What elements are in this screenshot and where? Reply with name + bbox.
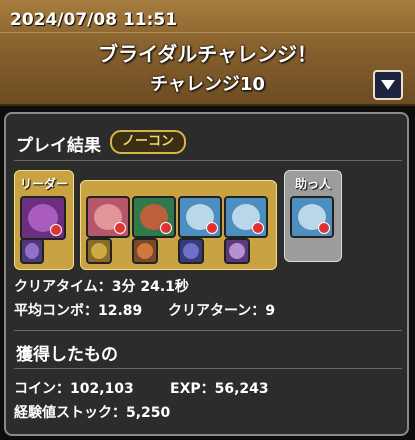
coin-label: コイン： (14, 381, 70, 397)
exp-label: EXP： (170, 381, 215, 397)
assist-portrait (229, 243, 245, 259)
avg-combo-value: 12.89 (98, 303, 143, 319)
no-continue-badge: ノーコン (110, 130, 187, 154)
exp-value: 56,243 (214, 381, 269, 397)
assist-portrait (137, 243, 153, 259)
leader-assist-icon[interactable] (20, 238, 44, 264)
fire-attribute-icon (50, 224, 62, 236)
helper-label: 助っ人 (294, 177, 331, 191)
helper-monster-icon[interactable] (290, 196, 334, 238)
fire-attribute-icon (160, 222, 172, 234)
floor-dropdown-button[interactable] (373, 70, 403, 100)
sub-2-assist-icon[interactable] (132, 238, 158, 264)
chevron-down-icon (381, 80, 395, 90)
avg-combo-label: 平均コンボ： (14, 303, 98, 319)
avg-combo-stat: 平均コンボ：12.89 (14, 300, 142, 320)
sub-monster-4-icon[interactable] (224, 196, 268, 238)
exp-stock-label: 経験値ストック： (14, 405, 126, 421)
sub-monster-3-icon[interactable] (178, 196, 222, 238)
sub-monster-1-icon[interactable] (86, 196, 130, 238)
sub-3-assist-icon[interactable] (178, 238, 204, 264)
section-divider (14, 368, 402, 369)
play-result-title: プレイ結果 (16, 136, 101, 156)
clear-turn-value: 9 (265, 303, 276, 319)
fire-attribute-icon (318, 222, 330, 234)
sub-4-assist-icon[interactable] (224, 238, 250, 264)
assist-portrait (91, 243, 107, 259)
section-divider (14, 160, 402, 161)
clear-time-value: 3分 24.1秒 (111, 279, 189, 295)
clear-time-stat: クリアタイム：3分 24.1秒 (14, 276, 189, 296)
fire-attribute-icon (206, 222, 218, 234)
floor-name: チャレンジ10 (150, 74, 265, 95)
header-divider (0, 32, 415, 33)
dungeon-name: ブライダルチャレンジ！ (98, 42, 317, 66)
exp-stat: EXP：56,243 (170, 378, 269, 398)
dungeon-header: 2024/07/08 11:51 ブライダルチャレンジ！ チャレンジ10 (0, 0, 415, 106)
exp-stock-stat: 経験値ストック：5,250 (14, 402, 170, 422)
clear-turn-stat: クリアターン：9 (168, 300, 275, 320)
coin-value: 102,103 (70, 381, 134, 397)
leader-label: リーダー (19, 177, 68, 191)
clear-turn-label: クリアターン： (168, 303, 266, 319)
leader-monster-icon[interactable] (20, 196, 66, 240)
assist-portrait (25, 243, 39, 259)
fire-attribute-icon (252, 222, 264, 234)
coin-stat: コイン：102,103 (14, 378, 134, 398)
section-divider (14, 330, 402, 331)
fire-attribute-icon (114, 222, 126, 234)
sub-monster-2-icon[interactable] (132, 196, 176, 238)
rewards-title: 獲得したもの (16, 345, 118, 365)
assist-portrait (183, 243, 199, 259)
timestamp: 2024/07/08 11:51 (10, 10, 178, 30)
exp-stock-value: 5,250 (126, 405, 171, 421)
clear-time-label: クリアタイム： (14, 279, 112, 295)
sub-1-assist-icon[interactable] (86, 238, 112, 264)
